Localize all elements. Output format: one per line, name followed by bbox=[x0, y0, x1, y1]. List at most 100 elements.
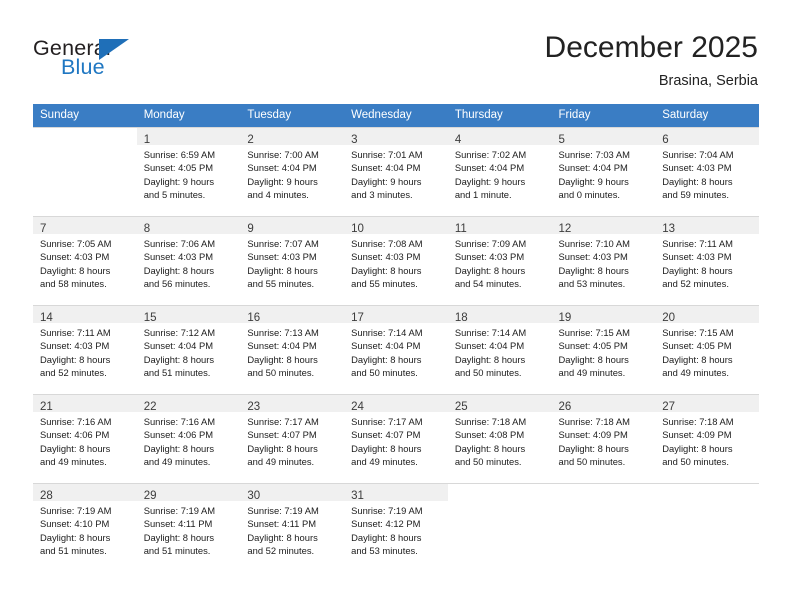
day-details: Sunrise: 7:14 AM Sunset: 4:04 PM Daylight:… bbox=[448, 323, 552, 379]
sunset-text: Sunset: 4:04 PM bbox=[247, 340, 317, 352]
calendar-day-cell[interactable]: 18 Sunrise: 7:14 AM Sunset: 4:04 PM Dayligh… bbox=[447, 305, 552, 394]
calendar-day-cell[interactable]: 30 Sunrise: 7:19 AM Sunset: 4:11 PM Dayligh… bbox=[240, 483, 345, 572]
sunset-text: Sunset: 4:04 PM bbox=[558, 162, 628, 174]
daylight-text-line1: Daylight: 8 hours bbox=[454, 442, 526, 454]
sunrise-text: Sunrise: 7:03 AM bbox=[558, 149, 630, 160]
calendar-day-cell[interactable]: 31 Sunrise: 7:19 AM Sunset: 4:12 PM Dayligh… bbox=[344, 483, 448, 572]
day-number: 26 bbox=[558, 401, 572, 413]
sunrise-text: Sunrise: 7:13 AM bbox=[247, 327, 319, 338]
sunset-text: Sunset: 4:12 PM bbox=[351, 518, 421, 530]
daylight-text-line1: Daylight: 8 hours bbox=[40, 264, 111, 276]
daylight-text-line2: and 55 minutes. bbox=[247, 277, 315, 289]
calendar-day-cell[interactable]: 25 Sunrise: 7:18 AM Sunset: 4:08 PM Dayligh… bbox=[447, 394, 552, 483]
sunset-text: Sunset: 4:04 PM bbox=[454, 162, 525, 174]
sunset-text: Sunset: 4:11 PM bbox=[247, 518, 317, 530]
daylight-text-line1: Daylight: 9 hours bbox=[247, 175, 318, 187]
page-subtitle-location: Brasina, Serbia bbox=[658, 73, 758, 89]
calendar-table: Sunday Monday Tuesday Wednesday Thursday… bbox=[33, 104, 759, 572]
sunset-text: Sunset: 4:09 PM bbox=[558, 429, 628, 441]
sunset-text: Sunset: 4:04 PM bbox=[247, 162, 317, 174]
day-details: Sunrise: 7:16 AM Sunset: 4:06 PM Daylight:… bbox=[33, 412, 137, 468]
day-number: 24 bbox=[351, 401, 364, 413]
day-number: 11 bbox=[454, 223, 467, 235]
sunrise-text: Sunrise: 7:06 AM bbox=[143, 238, 216, 249]
day-number: 31 bbox=[351, 490, 364, 502]
daylight-text-line1: Daylight: 9 hours bbox=[454, 175, 526, 187]
calendar-day-cell[interactable]: 8 Sunrise: 7:06 AM Sunset: 4:03 PM Daylight… bbox=[136, 216, 241, 305]
day-details: Sunrise: 7:19 AM Sunset: 4:12 PM Daylight:… bbox=[344, 501, 448, 557]
calendar-day-cell[interactable]: 16 Sunrise: 7:13 AM Sunset: 4:04 PM Dayligh… bbox=[240, 305, 345, 394]
daylight-text-line1: Daylight: 9 hours bbox=[558, 175, 629, 187]
calendar-day-cell[interactable]: 7 Sunrise: 7:05 AM Sunset: 4:03 PM Daylight… bbox=[33, 216, 137, 305]
calendar-day-cell[interactable]: 1 Sunrise: 6:59 AM Sunset: 4:05 PM Daylight… bbox=[136, 127, 241, 216]
daylight-text-line2: and 56 minutes. bbox=[143, 277, 211, 289]
daylight-text-line1: Daylight: 8 hours bbox=[40, 531, 111, 543]
calendar-day-cell[interactable]: 10 Sunrise: 7:08 AM Sunset: 4:03 PM Dayligh… bbox=[344, 216, 448, 305]
sunset-text: Sunset: 4:11 PM bbox=[143, 518, 213, 530]
general-blue-logo[interactable]: General Blue bbox=[33, 36, 233, 88]
calendar-day-cell[interactable]: 20 Sunrise: 7:15 AM Sunset: 4:05 PM Dayligh… bbox=[655, 305, 759, 394]
calendar-day-cell[interactable]: 2 Sunrise: 7:00 AM Sunset: 4:04 PM Daylight… bbox=[240, 127, 345, 216]
daylight-text-line1: Daylight: 8 hours bbox=[143, 264, 215, 276]
day-details: Sunrise: 7:19 AM Sunset: 4:11 PM Daylight:… bbox=[137, 501, 241, 557]
calendar-day-cell[interactable]: 14 Sunrise: 7:11 AM Sunset: 4:03 PM Dayligh… bbox=[33, 305, 137, 394]
day-number: 18 bbox=[454, 312, 468, 324]
day-number: 13 bbox=[662, 223, 676, 235]
calendar-day-cell[interactable]: 12 Sunrise: 7:10 AM Sunset: 4:03 PM Dayligh… bbox=[551, 216, 656, 305]
calendar-day-cell[interactable]: 4 Sunrise: 7:02 AM Sunset: 4:04 PM Daylight… bbox=[447, 127, 552, 216]
weekday-header-sunday: Sunday bbox=[33, 104, 137, 127]
calendar-day-cell[interactable]: 21 Sunrise: 7:16 AM Sunset: 4:06 PM Dayligh… bbox=[33, 394, 137, 483]
daylight-text-line2: and 50 minutes. bbox=[558, 455, 626, 467]
calendar-day-cell[interactable]: 3 Sunrise: 7:01 AM Sunset: 4:04 PM Daylight… bbox=[344, 127, 448, 216]
calendar-day-cell[interactable]: 19 Sunrise: 7:15 AM Sunset: 4:05 PM Dayligh… bbox=[551, 305, 656, 394]
calendar-day-cell[interactable]: 23 Sunrise: 7:17 AM Sunset: 4:07 PM Dayligh… bbox=[240, 394, 345, 483]
sunrise-text: Sunrise: 7:19 AM bbox=[351, 505, 423, 516]
calendar-day-cell[interactable]: 28 Sunrise: 7:19 AM Sunset: 4:10 PM Dayligh… bbox=[33, 483, 137, 572]
calendar-day-cell[interactable]: 13 Sunrise: 7:11 AM Sunset: 4:03 PM Dayligh… bbox=[655, 216, 759, 305]
calendar-day-cell[interactable]: 24 Sunrise: 7:17 AM Sunset: 4:07 PM Dayligh… bbox=[344, 394, 448, 483]
daylight-text-line2: and 3 minutes. bbox=[351, 188, 413, 200]
day-number: 10 bbox=[351, 223, 364, 235]
calendar-day-cell[interactable]: 5 Sunrise: 7:03 AM Sunset: 4:04 PM Daylight… bbox=[551, 127, 656, 216]
weekday-header-tuesday: Tuesday bbox=[240, 104, 345, 127]
day-details: Sunrise: 7:18 AM Sunset: 4:08 PM Daylight:… bbox=[448, 412, 552, 468]
day-details: Sunrise: 7:13 AM Sunset: 4:04 PM Daylight:… bbox=[240, 323, 344, 379]
daylight-text-line1: Daylight: 8 hours bbox=[558, 264, 629, 276]
day-details: Sunrise: 7:05 AM Sunset: 4:03 PM Daylight:… bbox=[33, 234, 137, 290]
calendar-day-cell[interactable]: 26 Sunrise: 7:18 AM Sunset: 4:09 PM Dayligh… bbox=[551, 394, 656, 483]
day-number: 30 bbox=[247, 490, 261, 502]
day-details bbox=[655, 501, 759, 504]
daylight-text-line2: and 1 minute. bbox=[454, 188, 512, 200]
sunrise-text: Sunrise: 7:15 AM bbox=[662, 327, 734, 338]
daylight-text-line1: Daylight: 8 hours bbox=[40, 353, 111, 365]
sunset-text: Sunset: 4:03 PM bbox=[247, 251, 317, 263]
sunrise-text: Sunrise: 7:19 AM bbox=[247, 505, 319, 516]
sunrise-text: Sunrise: 7:02 AM bbox=[454, 149, 527, 160]
day-details: Sunrise: 7:17 AM Sunset: 4:07 PM Daylight:… bbox=[240, 412, 344, 468]
day-details: Sunrise: 7:19 AM Sunset: 4:10 PM Daylight:… bbox=[33, 501, 137, 557]
day-number: 2 bbox=[247, 134, 254, 146]
day-details: Sunrise: 7:14 AM Sunset: 4:04 PM Daylight:… bbox=[344, 323, 448, 379]
day-details: Sunrise: 7:10 AM Sunset: 4:03 PM Daylight:… bbox=[552, 234, 656, 290]
sunrise-text: Sunrise: 7:00 AM bbox=[247, 149, 319, 160]
daylight-text-line1: Daylight: 8 hours bbox=[662, 442, 733, 454]
day-number: 29 bbox=[143, 490, 157, 502]
day-number: 6 bbox=[662, 134, 669, 146]
daylight-text-line1: Daylight: 8 hours bbox=[558, 442, 629, 454]
calendar-day-cell[interactable]: 11 Sunrise: 7:09 AM Sunset: 4:03 PM Dayligh… bbox=[447, 216, 552, 305]
sunset-text: Sunset: 4:07 PM bbox=[351, 429, 421, 441]
sunset-text: Sunset: 4:05 PM bbox=[662, 340, 732, 352]
calendar-day-cell[interactable]: 6 Sunrise: 7:04 AM Sunset: 4:03 PM Daylight… bbox=[655, 127, 759, 216]
day-number: 4 bbox=[454, 134, 462, 146]
daylight-text-line1: Daylight: 8 hours bbox=[247, 264, 318, 276]
calendar-day-cell[interactable]: 17 Sunrise: 7:14 AM Sunset: 4:04 PM Dayligh… bbox=[344, 305, 448, 394]
daylight-text-line1: Daylight: 8 hours bbox=[247, 442, 318, 454]
calendar-day-cell[interactable]: 9 Sunrise: 7:07 AM Sunset: 4:03 PM Daylight… bbox=[240, 216, 345, 305]
calendar-day-cell[interactable]: 22 Sunrise: 7:16 AM Sunset: 4:06 PM Dayligh… bbox=[136, 394, 241, 483]
calendar-day-cell[interactable]: 29 Sunrise: 7:19 AM Sunset: 4:11 PM Dayligh… bbox=[136, 483, 241, 572]
day-details: Sunrise: 7:18 AM Sunset: 4:09 PM Daylight:… bbox=[552, 412, 656, 468]
calendar-day-cell[interactable]: 15 Sunrise: 7:12 AM Sunset: 4:04 PM Dayligh… bbox=[136, 305, 241, 394]
daylight-text-line2: and 58 minutes. bbox=[40, 277, 107, 289]
day-details: Sunrise: 7:00 AM Sunset: 4:04 PM Daylight:… bbox=[240, 145, 344, 201]
calendar-day-cell[interactable]: 27 Sunrise: 7:18 AM Sunset: 4:09 PM Dayligh… bbox=[655, 394, 759, 483]
